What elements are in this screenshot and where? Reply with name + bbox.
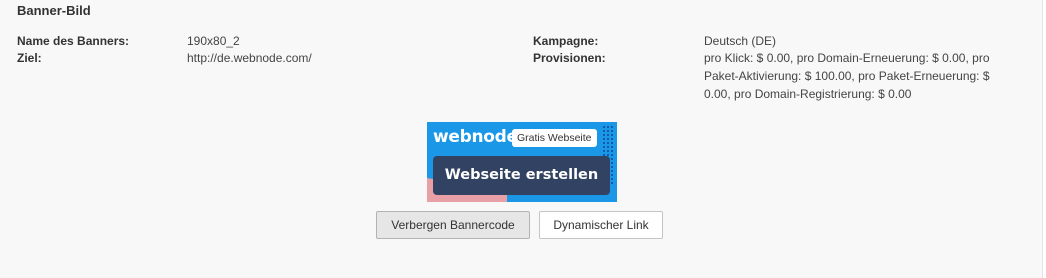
commissions-label: Provisionen: <box>533 51 606 65</box>
campaign-label: Kampagne: <box>533 34 599 48</box>
banner-cta: Webseite erstellen <box>433 156 610 195</box>
target-value: http://de.webnode.com/ <box>187 51 312 65</box>
banner-tag: Gratis Webseite <box>512 129 597 147</box>
webnode-logo: webnode <box>433 127 518 147</box>
banner-name-value: 190x80_2 <box>187 34 240 48</box>
banner-name-label: Name des Banners: <box>17 34 130 48</box>
commissions-value: pro Klick: $ 0.00, pro Domain-Erneuerung… <box>704 51 990 101</box>
banner-detail-panel: Banner-Bild Name des Banners: 190x80_2 Z… <box>0 0 1043 278</box>
target-label: Ziel: <box>17 51 42 65</box>
banner-image: webnode Gratis Webseite Webseite erstell… <box>427 122 617 202</box>
campaign-value: Deutsch (DE) <box>704 34 777 48</box>
dynamic-link-button[interactable]: Dynamischer Link <box>539 211 663 239</box>
hide-banner-code-button[interactable]: Verbergen Bannercode <box>376 211 530 239</box>
section-title: Banner-Bild <box>17 3 91 18</box>
